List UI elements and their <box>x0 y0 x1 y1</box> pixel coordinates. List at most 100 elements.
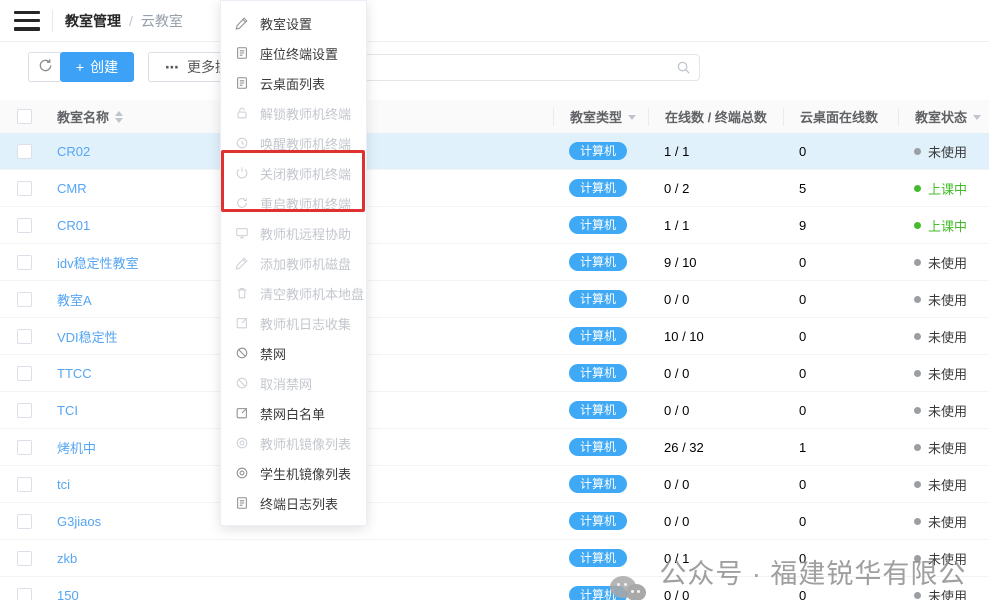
row-checkbox[interactable] <box>17 588 32 600</box>
room-name-link[interactable]: 教室A <box>57 290 92 309</box>
column-header-cloud-desktop-online: 云桌面在线数 <box>783 108 898 126</box>
row-checkbox-cell <box>0 329 48 344</box>
room-status-cell: 未使用 <box>898 438 989 457</box>
online-count-cell: 0 / 0 <box>648 514 783 529</box>
target-icon <box>235 436 250 451</box>
status-text: 未使用 <box>928 586 967 600</box>
filter-chevron-icon[interactable] <box>973 115 981 120</box>
doc-icon <box>235 46 250 61</box>
power-icon <box>235 166 250 181</box>
room-name-link[interactable]: CMR <box>57 181 87 196</box>
room-status-cell: 未使用 <box>898 327 989 346</box>
plus-icon: + <box>76 59 84 75</box>
room-name-link[interactable]: 烤机中 <box>57 438 96 457</box>
column-label: 在线数 / 终端总数 <box>665 107 767 126</box>
room-type-cell: 计算机 <box>553 586 648 600</box>
row-checkbox[interactable] <box>17 255 32 270</box>
room-name-link[interactable]: TCI <box>57 403 78 418</box>
menu-item-label: 禁网 <box>260 344 286 363</box>
room-type-badge: 计算机 <box>569 549 627 567</box>
row-checkbox[interactable] <box>17 292 32 307</box>
menu-item[interactable]: 禁网 <box>221 338 366 368</box>
status-dot-icon <box>914 222 921 229</box>
search-icon[interactable] <box>676 60 691 75</box>
online-count-cell: 10 / 10 <box>648 329 783 344</box>
row-checkbox-cell <box>0 366 48 381</box>
menu-item[interactable]: 云桌面列表 <box>221 68 366 98</box>
filter-chevron-icon[interactable] <box>628 115 636 120</box>
status-indicator: 未使用 <box>914 549 967 568</box>
status-indicator: 未使用 <box>914 401 967 420</box>
room-name-cell: zkb <box>48 551 553 566</box>
table-row: TTCC计算机0 / 00未使用 <box>0 355 989 392</box>
room-name-link[interactable]: TTCC <box>57 366 92 381</box>
menu-item: 解锁教师机终端 <box>221 98 366 128</box>
menu-item-label: 唤醒教师机终端 <box>260 134 351 153</box>
room-status-cell: 上课中 <box>898 179 989 198</box>
room-type-cell: 计算机 <box>553 253 648 271</box>
status-dot-icon <box>914 259 921 266</box>
menu-item: 添加教师机磁盘 <box>221 248 366 278</box>
menu-item: 清空教师机本地盘 <box>221 278 366 308</box>
cloud-desktop-online-cell: 0 <box>783 255 898 270</box>
online-count-cell: 26 / 32 <box>648 440 783 455</box>
room-name-link[interactable]: G3jiaos <box>57 514 101 529</box>
room-name-link[interactable]: VDI稳定性 <box>57 327 118 346</box>
room-name-link[interactable]: idv稳定性教室 <box>57 253 139 272</box>
cloud-desktop-online-cell: 0 <box>783 329 898 344</box>
menu-item[interactable]: 教室设置 <box>221 8 366 38</box>
room-type-badge: 计算机 <box>569 586 627 600</box>
room-type-cell: 计算机 <box>553 216 648 234</box>
select-all-checkbox[interactable] <box>17 109 32 124</box>
status-dot-icon <box>914 333 921 340</box>
menu-item[interactable]: 座位终端设置 <box>221 38 366 68</box>
table-row: G3jiaos计算机0 / 00未使用 <box>0 503 989 540</box>
status-indicator: 未使用 <box>914 512 967 531</box>
hamburger-menu-icon[interactable] <box>14 11 40 31</box>
room-type-cell: 计算机 <box>553 142 648 160</box>
room-name-link[interactable]: tci <box>57 477 70 492</box>
breadcrumb-section[interactable]: 教室管理 <box>65 11 121 31</box>
menu-item[interactable]: 学生机镜像列表 <box>221 458 366 488</box>
room-name-link[interactable]: CR02 <box>57 144 90 159</box>
row-checkbox[interactable] <box>17 551 32 566</box>
row-checkbox[interactable] <box>17 403 32 418</box>
menu-item-label: 学生机镜像列表 <box>260 464 351 483</box>
cloud-desktop-online-cell: 0 <box>783 588 898 600</box>
row-checkbox[interactable] <box>17 181 32 196</box>
room-name-link[interactable]: CR01 <box>57 218 90 233</box>
table-row: 教室A计算机0 / 00未使用 <box>0 281 989 318</box>
row-checkbox[interactable] <box>17 440 32 455</box>
row-checkbox-cell <box>0 218 48 233</box>
row-checkbox[interactable] <box>17 218 32 233</box>
row-checkbox[interactable] <box>17 329 32 344</box>
row-checkbox-cell <box>0 181 48 196</box>
row-checkbox[interactable] <box>17 514 32 529</box>
cloud-desktop-online-cell: 0 <box>783 551 898 566</box>
row-checkbox[interactable] <box>17 477 32 492</box>
room-type-cell: 计算机 <box>553 401 648 419</box>
create-button[interactable]: + 创建 <box>60 52 134 82</box>
room-name-link[interactable]: 150 <box>57 588 79 600</box>
row-checkbox-cell <box>0 144 48 159</box>
menu-item[interactable]: 禁网白名单 <box>221 398 366 428</box>
room-name-link[interactable]: zkb <box>57 551 77 566</box>
breadcrumb-current: 云教室 <box>141 11 183 31</box>
status-text: 上课中 <box>928 216 967 235</box>
row-checkbox[interactable] <box>17 144 32 159</box>
sort-icon[interactable] <box>115 111 123 123</box>
menu-item: 取消禁网 <box>221 368 366 398</box>
online-count-cell: 0 / 0 <box>648 588 783 600</box>
room-type-cell: 计算机 <box>553 179 648 197</box>
table-header: 教室名称 教室类型 在线数 / 终端总数 云桌面在线数 教室状态 <box>0 100 989 133</box>
row-checkbox[interactable] <box>17 366 32 381</box>
room-type-badge: 计算机 <box>569 179 627 197</box>
room-type-cell: 计算机 <box>553 512 648 530</box>
refresh-button[interactable] <box>28 52 62 82</box>
menu-item[interactable]: 终端日志列表 <box>221 488 366 518</box>
divider <box>52 10 53 32</box>
status-indicator: 未使用 <box>914 364 967 383</box>
top-bar: 教室管理 / 云教室 <box>0 0 989 42</box>
room-status-cell: 未使用 <box>898 401 989 420</box>
status-text: 未使用 <box>928 290 967 309</box>
